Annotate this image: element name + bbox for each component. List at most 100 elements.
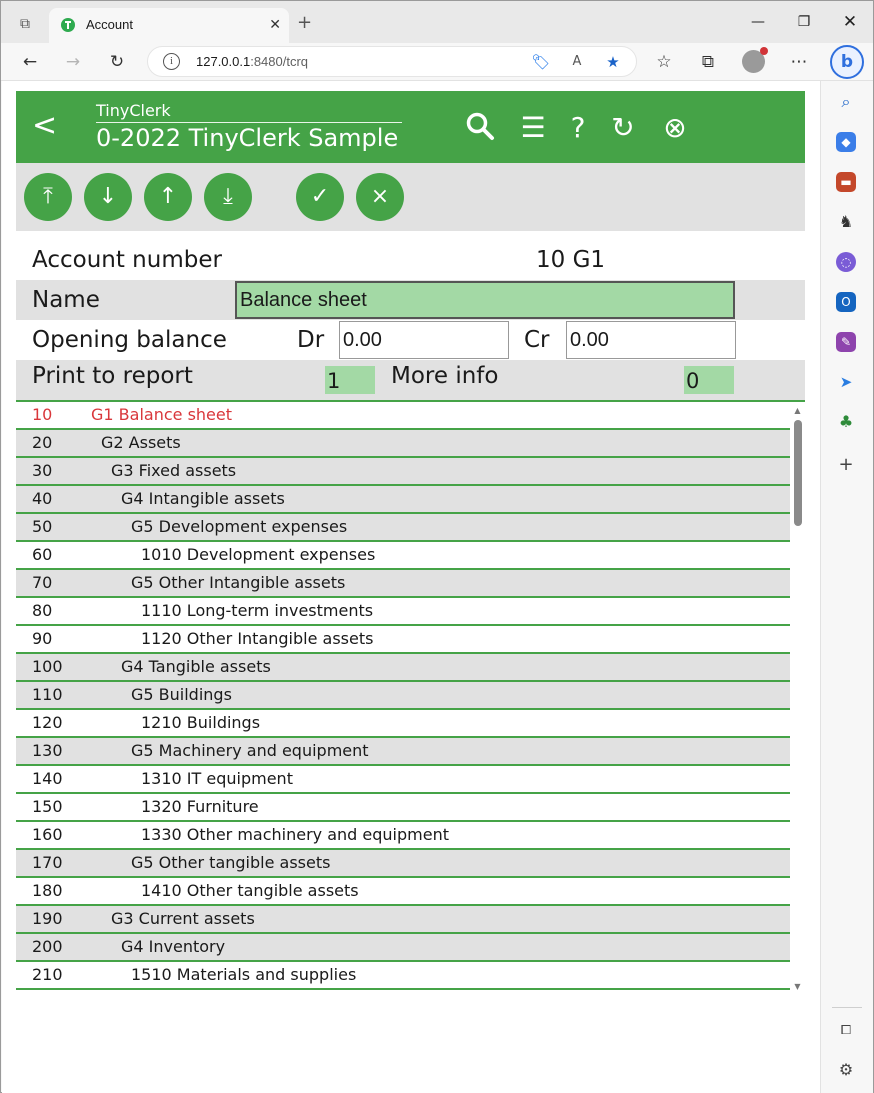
print-row: Print to report 1 More info 0 (16, 360, 805, 400)
scroll-thumb[interactable] (794, 420, 802, 526)
refresh-icon[interactable]: ↻ (104, 49, 130, 75)
account-row-text: G4 Intangible assets (121, 489, 285, 508)
account-row[interactable]: 20 G2 Assets (16, 430, 790, 458)
sidebar-send-icon[interactable]: ➤ (836, 372, 856, 392)
sidebar-tag-icon[interactable]: ◆ (836, 132, 856, 152)
url-host: 127.0.0.1 (196, 54, 251, 69)
restore-icon[interactable]: ❐ (789, 9, 819, 35)
tab-account[interactable]: Account ✕ (49, 8, 289, 43)
account-row[interactable]: 40 G4 Intangible assets (16, 486, 790, 514)
url-text[interactable]: 127.0.0.1:8480/tcrq (196, 54, 308, 69)
account-row[interactable]: 100 G4 Tangible assets (16, 654, 790, 682)
account-row[interactable]: 160 1330 Other machinery and equipment (16, 822, 790, 850)
account-row[interactable]: 200 G4 Inventory (16, 934, 790, 962)
account-row[interactable]: 60 1010 Development expenses (16, 542, 790, 570)
menu-icon[interactable]: ☰ (516, 111, 550, 145)
account-row-text: 1210 Buildings (141, 713, 261, 732)
account-row-text: G4 Inventory (121, 937, 226, 956)
address-bar[interactable]: i 127.0.0.1:8480/tcrq 🏷 A ★ (147, 46, 637, 77)
new-tab-icon[interactable]: + (297, 13, 312, 33)
sidebar-search-icon[interactable]: ⌕ (836, 92, 856, 112)
back-icon[interactable]: ← (17, 49, 43, 75)
more-info-field[interactable]: 0 (684, 366, 734, 394)
account-row[interactable]: 10 G1 Balance sheet (16, 402, 790, 430)
next-record-button[interactable]: ↓ (84, 173, 132, 221)
account-list: 10 G1 Balance sheet 20 G2 Assets 30 G3 Fixed … (16, 400, 805, 992)
account-row[interactable]: 30 G3 Fixed assets (16, 458, 790, 486)
close-app-icon[interactable]: ⊗ (658, 111, 692, 145)
account-row[interactable]: 90 1120 Other Intangible assets (16, 626, 790, 654)
scroll-up-arrow-icon[interactable]: ▲ (793, 406, 802, 416)
sidebar-copilot-icon[interactable]: ◌ (836, 252, 856, 272)
sidebar-outlook-icon[interactable]: O (836, 292, 856, 312)
first-record-button[interactable]: ⤒ (24, 173, 72, 221)
debit-field[interactable] (339, 321, 509, 359)
more-options-icon[interactable]: ⋯ (786, 49, 812, 75)
sidebar-settings-icon[interactable]: ⚙ (836, 1060, 856, 1080)
name-label: Name (32, 287, 100, 313)
account-row-text: G5 Development expenses (131, 517, 348, 536)
search-icon[interactable] (463, 111, 497, 145)
confirm-button[interactable]: ✓ (296, 173, 344, 221)
sidebar-chess-icon[interactable]: ♞ (836, 212, 856, 232)
account-row-number: 110 (32, 685, 63, 704)
account-row[interactable]: 170 G5 Other tangible assets (16, 850, 790, 878)
debit-label: Dr (297, 327, 325, 353)
favorite-star-icon[interactable]: ★ (602, 51, 624, 73)
credit-field[interactable] (566, 321, 736, 359)
tinyclerk-favicon-icon (61, 18, 75, 32)
forward-icon[interactable]: → (60, 49, 86, 75)
account-row[interactable]: 110 G5 Buildings (16, 682, 790, 710)
account-row-text: 1410 Other tangible assets (141, 881, 359, 900)
last-record-button[interactable]: ⤓ (204, 173, 252, 221)
account-row[interactable]: 150 1320 Furniture (16, 794, 790, 822)
account-row-number: 200 (32, 937, 63, 956)
name-field[interactable] (235, 281, 735, 319)
print-to-report-label: Print to report (32, 363, 193, 389)
list-scrollbar[interactable]: ▲ ▼ (790, 402, 805, 992)
account-row[interactable]: 130 G5 Machinery and equipment (16, 738, 790, 766)
account-row[interactable]: 140 1310 IT equipment (16, 766, 790, 794)
account-row-number: 70 (32, 573, 53, 592)
account-row-number: 10 (32, 405, 53, 424)
read-aloud-icon[interactable]: A (566, 51, 588, 73)
sidebar-tree-icon[interactable]: ♣ (836, 412, 856, 432)
refresh-app-icon[interactable]: ↻ (606, 111, 640, 145)
sidebar-split-screen-icon[interactable]: ⧠ (836, 1021, 856, 1041)
sidebar-designer-icon[interactable]: ✎ (836, 332, 856, 352)
collections-icon[interactable]: ⧉ (695, 49, 721, 75)
opening-balance-label: Opening balance (32, 327, 227, 353)
site-info-icon[interactable]: i (163, 53, 180, 70)
account-row[interactable]: 210 1510 Materials and supplies (16, 962, 790, 990)
previous-record-button[interactable]: ↑ (144, 173, 192, 221)
cancel-button[interactable]: × (356, 173, 404, 221)
tab-close-icon[interactable]: ✕ (269, 17, 281, 33)
scroll-down-arrow-icon[interactable]: ▼ (793, 982, 802, 992)
account-row[interactable]: 120 1210 Buildings (16, 710, 790, 738)
account-row[interactable]: 80 1110 Long-term investments (16, 598, 790, 626)
account-row-number: 100 (32, 657, 63, 676)
print-to-report-field[interactable]: 1 (325, 366, 375, 394)
profile-avatar[interactable] (742, 47, 768, 73)
sidebar-toolbox-icon[interactable]: ▬ (836, 172, 856, 192)
account-number-row: Account number 10 G1 (16, 240, 805, 280)
tab-actions-icon[interactable]: ⧉ (15, 14, 35, 34)
help-icon[interactable]: ? (561, 111, 595, 145)
coupon-tag-icon[interactable]: 🏷 (530, 51, 552, 73)
account-row-number: 130 (32, 741, 63, 760)
sidebar-add-icon[interactable]: + (836, 455, 856, 475)
minimize-icon[interactable]: — (743, 9, 773, 35)
account-row[interactable]: 50 G5 Development expenses (16, 514, 790, 542)
edge-sidebar (820, 81, 873, 1093)
favorites-icon[interactable]: ☆ (651, 49, 677, 75)
record-toolbar: ⤒ ↓ ↑ ⤓ ✓ × (16, 163, 805, 231)
bing-copilot-icon[interactable]: b (830, 45, 864, 79)
browser-window: ⧉ Account ✕ + — ❐ ✕ ← → ↻ i 127.0.0.1:84… (0, 0, 874, 1093)
close-window-icon[interactable]: ✕ (835, 9, 865, 35)
account-row[interactable]: 180 1410 Other tangible assets (16, 878, 790, 906)
back-button[interactable]: < (32, 106, 57, 146)
account-row[interactable]: 190 G3 Current assets (16, 906, 790, 934)
credit-label: Cr (524, 327, 550, 353)
account-row[interactable]: 70 G5 Other Intangible assets (16, 570, 790, 598)
app-header: < TinyClerk 0-2022 TinyClerk Sample ☰ ? … (16, 91, 805, 163)
